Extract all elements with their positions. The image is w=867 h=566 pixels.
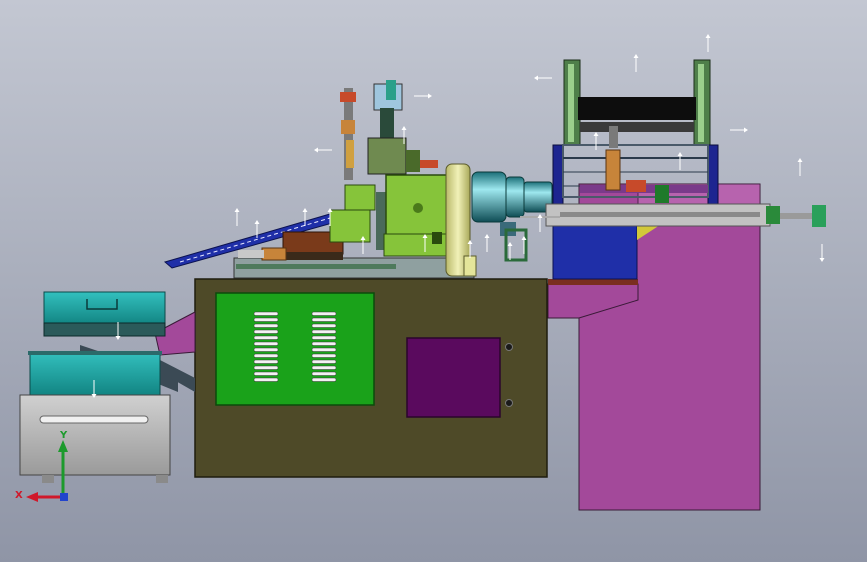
- terminal-slot: [311, 311, 337, 316]
- terminal-slot: [253, 317, 279, 322]
- access-door[interactable]: [406, 337, 513, 418]
- terminal-slot: [311, 347, 337, 352]
- triad-x-label: X: [15, 490, 23, 501]
- terminal-slot: [253, 335, 279, 340]
- terminal-slot: [311, 371, 337, 376]
- terminal-slot: [253, 365, 279, 370]
- main-spindle-head[interactable]: [383, 174, 453, 257]
- storage-drawer[interactable]: [19, 394, 171, 483]
- feeder-base-block: [552, 222, 638, 280]
- upper-feed-tray[interactable]: [43, 291, 166, 337]
- terminal-slot: [311, 335, 337, 340]
- control-panel[interactable]: [215, 292, 375, 406]
- terminal-slot: [253, 377, 279, 382]
- terminal-slot: [253, 311, 279, 316]
- cad-model-view[interactable]: Y X: [0, 0, 867, 562]
- triad-y-label: Y: [59, 430, 68, 441]
- terminal-slot: [253, 359, 279, 364]
- lower-feed-tray[interactable]: [28, 351, 162, 396]
- terminal-slot: [311, 341, 337, 346]
- terminal-slot: [311, 323, 337, 328]
- terminal-slot: [311, 365, 337, 370]
- terminal-slot: [253, 347, 279, 352]
- terminal-slot: [311, 353, 337, 358]
- terminal-slot: [253, 341, 279, 346]
- cad-viewport[interactable]: Y X: [0, 0, 867, 562]
- terminal-slot: [311, 317, 337, 322]
- terminal-slot: [253, 329, 279, 334]
- terminal-slot: [311, 359, 337, 364]
- tooling-deck-strip: [236, 264, 396, 269]
- terminal-slot: [253, 353, 279, 358]
- terminal-slot: [253, 323, 279, 328]
- terminal-slot: [253, 371, 279, 376]
- terminal-slot: [311, 377, 337, 382]
- terminal-slot: [311, 329, 337, 334]
